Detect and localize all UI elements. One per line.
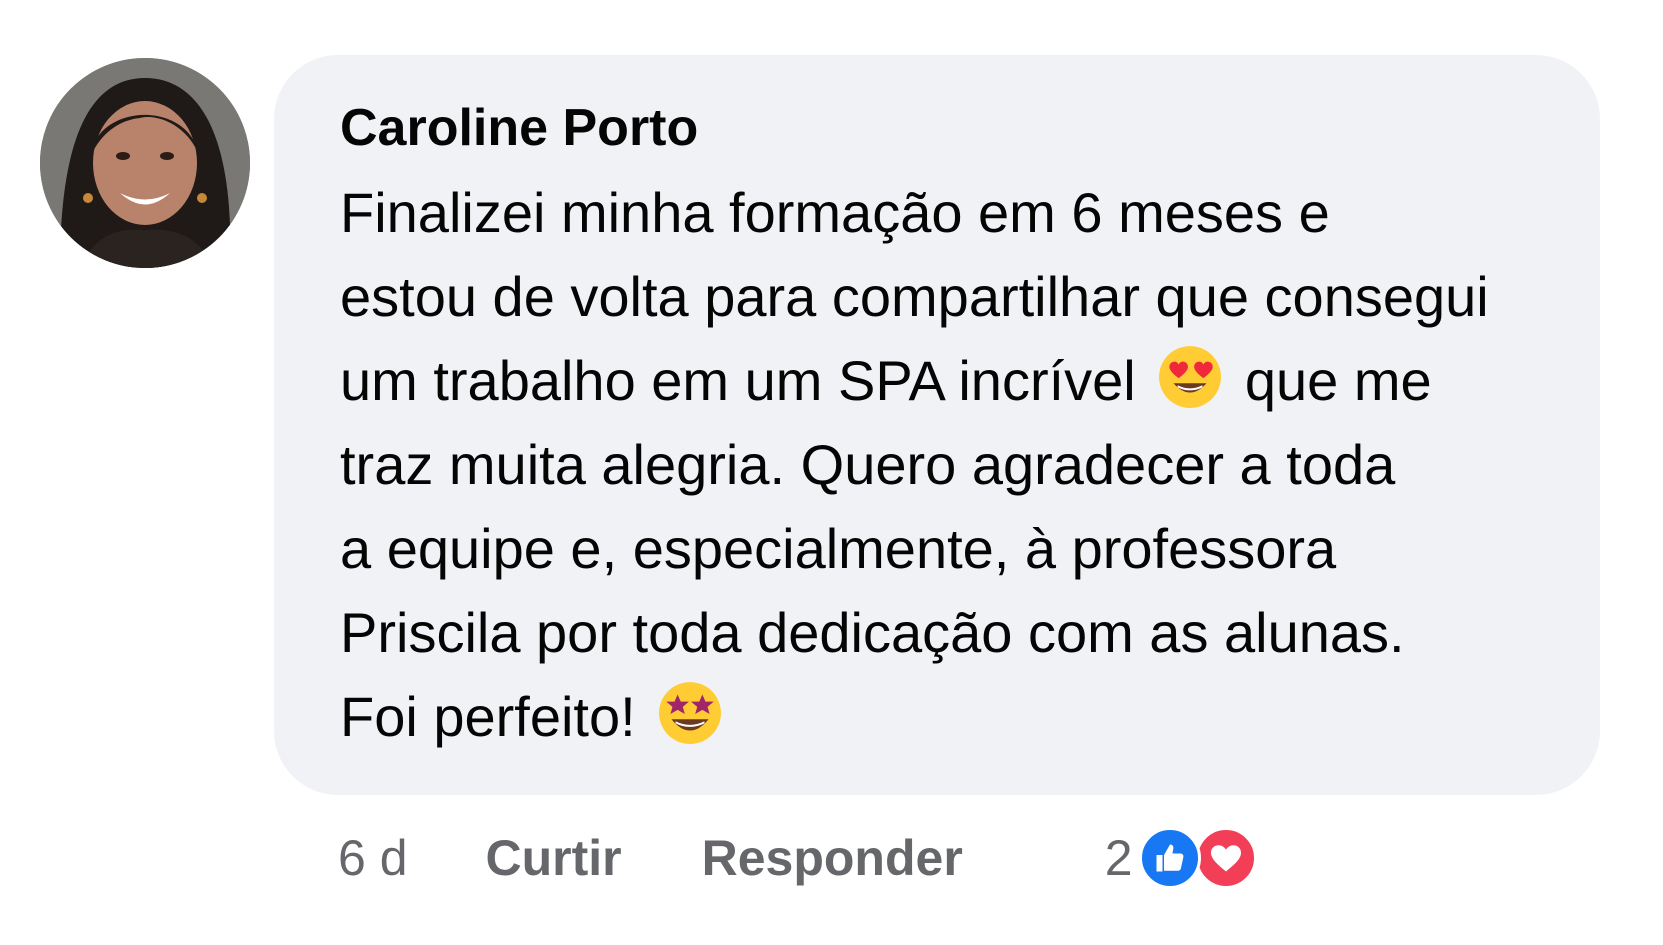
reaction-icons[interactable] bbox=[1138, 827, 1257, 889]
comment-line-part: Foi perfeito! bbox=[340, 685, 636, 749]
reaction-count[interactable]: 2 bbox=[1105, 829, 1133, 887]
smiling-face-with-heart-eyes-icon bbox=[1157, 344, 1223, 410]
star-struck-icon bbox=[657, 680, 723, 746]
comment: Caroline Porto Finalizei minha formação … bbox=[0, 0, 1663, 945]
comment-line: estou de volta para compartilhar que con… bbox=[340, 265, 1489, 329]
comment-text: Finalizei minha formação em 6 meses e es… bbox=[340, 171, 1560, 759]
profile-photo-icon bbox=[40, 58, 250, 268]
comment-line-part: que me bbox=[1244, 349, 1432, 413]
comment-line: Finalizei minha formação em 6 meses e bbox=[340, 181, 1330, 245]
avatar[interactable] bbox=[40, 58, 250, 268]
comment-timestamp[interactable]: 6 d bbox=[338, 829, 408, 887]
like-icon bbox=[1138, 827, 1201, 889]
comment-line: Priscila por toda dedicação com as aluna… bbox=[340, 601, 1405, 665]
comment-line: Foi perfeito! bbox=[340, 675, 1560, 759]
comment-line: um trabalho em um SPA incrível que me bbox=[340, 339, 1560, 423]
comment-actions: 6 d Curtir Responder 2 bbox=[338, 827, 1257, 889]
reply-button[interactable]: Responder bbox=[702, 829, 963, 887]
like-button[interactable]: Curtir bbox=[486, 829, 622, 887]
comment-author[interactable]: Caroline Porto bbox=[340, 97, 1560, 159]
comment-line: a equipe e, especialmente, à professora bbox=[340, 517, 1337, 581]
comment-line: traz muita alegria. Quero agradecer a to… bbox=[340, 433, 1396, 497]
comment-line-part: um trabalho em um SPA incrível bbox=[340, 349, 1136, 413]
comment-bubble: Caroline Porto Finalizei minha formação … bbox=[274, 55, 1600, 795]
love-icon bbox=[1194, 827, 1257, 889]
